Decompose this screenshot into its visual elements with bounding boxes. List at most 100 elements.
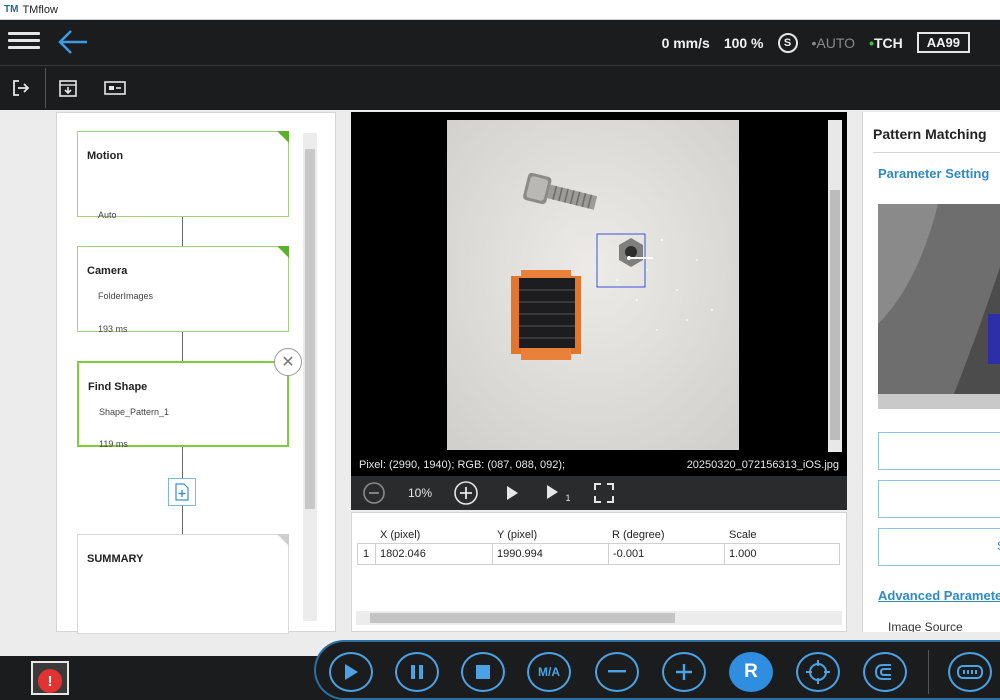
node-title: Camera <box>87 265 128 277</box>
node-corner-marker <box>277 131 289 143</box>
zoom-level: 10% <box>407 486 433 500</box>
node-time: 119 ms <box>99 439 128 447</box>
image-viewer: Pixel: (2990, 1940); RGB: (087, 088, 092… <box>351 112 847 510</box>
node-time: 193 ms <box>98 324 128 332</box>
scrollbar-thumb[interactable] <box>370 613 675 623</box>
speed-increase-button[interactable] <box>662 652 706 692</box>
cell-r: -0.001 <box>613 548 645 560</box>
import-icon[interactable] <box>55 76 81 100</box>
robot-control-bar: M/A R <box>314 640 1000 700</box>
window-title-bar: TM TMflow <box>0 0 1000 20</box>
exit-icon[interactable] <box>8 76 34 100</box>
flow-connector <box>182 506 183 534</box>
flow-panel: Motion Auto Camera FolderImages 193 ms F… <box>56 112 336 634</box>
column-header-r: R (degree) <box>612 529 665 541</box>
flow-connector <box>182 217 183 246</box>
parameter-button[interactable] <box>878 480 1000 518</box>
zoom-in-icon[interactable] <box>443 476 489 510</box>
stop-button[interactable] <box>461 652 505 692</box>
status-bar: 0 mm/s 100 % S •AUTO •TCH AA99 <box>662 20 970 65</box>
keyboard-icon[interactable] <box>948 652 992 692</box>
parameter-button[interactable] <box>878 432 1000 470</box>
alert-button[interactable]: ! <box>31 661 69 695</box>
gripper-icon[interactable] <box>863 652 907 692</box>
toolbar <box>0 65 1000 110</box>
column-header-y: Y (pixel) <box>497 529 538 541</box>
toolbar-divider <box>45 68 46 108</box>
table-horizontal-scrollbar[interactable] <box>356 611 842 625</box>
column-header-x: X (pixel) <box>380 529 421 541</box>
menu-icon[interactable] <box>8 28 40 56</box>
image-source-label: Image Source <box>888 620 963 632</box>
flow-node-camera[interactable]: Camera FolderImages 193 ms <box>77 246 289 332</box>
window-title: TMflow <box>22 3 58 16</box>
reset-button[interactable]: R <box>729 652 773 692</box>
table-row[interactable]: 1 1802.046 1990.994 -0.001 1.000 <box>357 543 840 565</box>
cell-y: 1990.994 <box>497 548 543 560</box>
pattern-preview-image <box>878 204 1000 409</box>
zoom-out-icon[interactable] <box>351 476 397 510</box>
flow-node-find-shape[interactable]: Find Shape Shape_Pattern_1 119 ms <box>77 361 289 447</box>
close-icon[interactable]: ✕ <box>274 348 302 376</box>
robot-id-badge[interactable]: AA99 <box>916 32 970 53</box>
parameter-button[interactable]: S <box>878 528 1000 566</box>
display-settings-icon[interactable] <box>102 76 128 100</box>
safety-icon[interactable]: S <box>777 32 798 53</box>
flow-node-summary[interactable]: SUMMARY <box>77 534 289 634</box>
target-icon[interactable] <box>796 652 840 692</box>
pause-button[interactable] <box>395 652 439 692</box>
viewer-controls: 10% 1 <box>351 476 847 510</box>
node-subtitle: Shape_Pattern_1 <box>99 407 170 417</box>
node-subtitle: Auto <box>98 210 117 220</box>
control-divider <box>928 650 929 694</box>
panel-divider <box>873 152 1000 153</box>
advanced-parameter-link[interactable]: Advanced Parameter <box>878 588 1000 603</box>
node-corner-marker <box>277 534 289 546</box>
flow-scrollbar[interactable] <box>303 133 317 621</box>
back-arrow-icon[interactable] <box>55 26 91 58</box>
mode-auto: •AUTO <box>812 35 856 51</box>
step-count: 1 <box>565 493 571 503</box>
camera-image[interactable] <box>447 120 739 450</box>
cell-divider <box>375 544 376 564</box>
node-subtitle: FolderImages <box>98 291 154 301</box>
viewer-scrollbar[interactable] <box>828 120 842 452</box>
image-filename: 20250320_072156313_iOS.jpg <box>686 459 839 471</box>
scrollbar-thumb[interactable] <box>830 190 840 440</box>
node-title: Motion <box>87 150 124 162</box>
cell-divider <box>608 544 609 564</box>
fullscreen-icon[interactable] <box>581 476 627 510</box>
mode-auto-label: AUTO <box>816 34 856 51</box>
play-icon[interactable] <box>489 476 535 510</box>
scrollbar-thumb[interactable] <box>305 149 315 509</box>
play-button[interactable] <box>329 652 373 692</box>
add-node-icon[interactable] <box>168 478 196 506</box>
parameter-setting-link[interactable]: Parameter Setting <box>878 166 989 181</box>
node-title: SUMMARY <box>87 553 144 565</box>
alert-icon: ! <box>38 669 62 693</box>
pixel-info-bar: Pixel: (2990, 1940); RGB: (087, 088, 092… <box>351 456 847 474</box>
manual-auto-button[interactable]: M/A <box>527 652 571 692</box>
row-index: 1 <box>363 548 370 560</box>
flow-node-motion[interactable]: Motion Auto <box>77 131 289 220</box>
node-corner-marker <box>277 246 289 258</box>
pattern-matching-panel: Pattern Matching Parameter Setting S Adv… <box>862 112 1000 632</box>
app-logo: TM <box>4 4 19 15</box>
mode-tch-label: TCH <box>873 34 903 51</box>
cell-x: 1802.046 <box>380 548 426 560</box>
cell-divider <box>492 544 493 564</box>
panel-title: Pattern Matching <box>873 126 987 142</box>
flow-connector <box>182 332 183 361</box>
flow-connector <box>182 447 183 478</box>
pixel-readout: Pixel: (2990, 1940); RGB: (087, 088, 092… <box>359 459 566 471</box>
top-header: 0 mm/s 100 % S •AUTO •TCH AA99 <box>0 20 1000 65</box>
mode-tch: •TCH <box>869 35 903 51</box>
cell-divider <box>724 544 725 564</box>
cell-scale: 1.000 <box>729 548 757 560</box>
speed-readout: 0 mm/s <box>661 34 710 51</box>
speed-percent[interactable]: 100 % <box>724 35 764 51</box>
step-play-icon[interactable]: 1 <box>535 476 581 510</box>
speed-decrease-button[interactable] <box>595 652 639 692</box>
column-header-scale: Scale <box>729 529 757 541</box>
results-table: X (pixel) Y (pixel) R (degree) Scale 1 1… <box>351 512 847 632</box>
